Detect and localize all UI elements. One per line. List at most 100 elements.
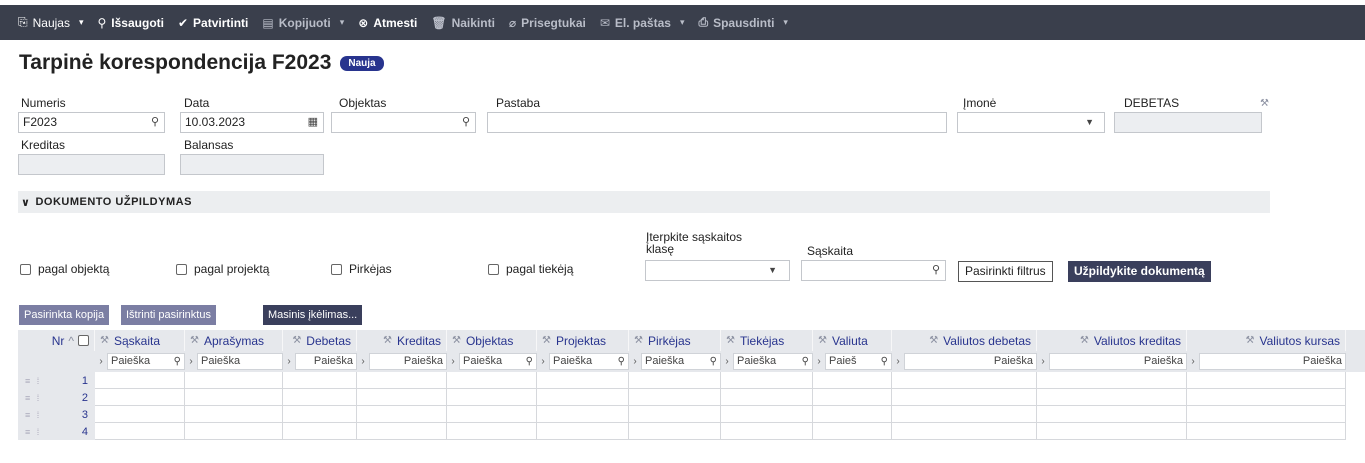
wrench-icon[interactable]: ⚒ bbox=[634, 335, 643, 346]
table-cell[interactable] bbox=[1187, 423, 1346, 440]
table-cell[interactable] bbox=[1037, 406, 1187, 423]
table-cell[interactable] bbox=[537, 423, 629, 440]
table-cell[interactable] bbox=[95, 423, 185, 440]
calendar-icon[interactable]: ▦ bbox=[308, 113, 318, 132]
search-icon[interactable]: ⚲ bbox=[618, 354, 625, 369]
table-cell[interactable] bbox=[813, 423, 892, 440]
column-filter-input[interactable]: Paieška bbox=[1199, 353, 1346, 370]
search-icon[interactable]: ⚲ bbox=[462, 113, 470, 132]
table-cell[interactable] bbox=[1037, 389, 1187, 406]
toolbar-item-0[interactable]: ⎘ Naujas ▾ bbox=[18, 15, 84, 30]
table-cell[interactable] bbox=[629, 423, 721, 440]
toolbar-item-2[interactable]: ✔ Patvirtinti bbox=[178, 16, 248, 30]
chevron-right-icon[interactable]: › bbox=[721, 356, 733, 367]
chevron-down-icon[interactable]: ▾ bbox=[783, 17, 788, 28]
saskaita-field[interactable]: ⚲ bbox=[801, 260, 946, 281]
search-icon[interactable]: ⚲ bbox=[881, 354, 888, 369]
wrench-icon[interactable]: ⚒ bbox=[726, 335, 735, 346]
table-cell[interactable] bbox=[357, 389, 447, 406]
drag-handle-icon[interactable]: ≡ ⁞ bbox=[25, 376, 55, 386]
checkbox-box[interactable] bbox=[20, 263, 31, 275]
column-filter-input[interactable]: Paieška ⚲ bbox=[549, 353, 629, 370]
search-icon[interactable]: ⚲ bbox=[932, 261, 940, 280]
column-filter[interactable]: › Paieška bbox=[1037, 351, 1187, 372]
table-cell[interactable] bbox=[1187, 372, 1346, 389]
column-filter-input[interactable]: Paieš ⚲ bbox=[825, 353, 892, 370]
checkbox-pirkejas[interactable]: Pirkėjas bbox=[331, 262, 392, 276]
row-number-cell[interactable]: ≡ ⁞ 3 bbox=[18, 406, 95, 423]
date-field[interactable]: 10.03.2023 ▦ bbox=[180, 112, 324, 133]
column-filter[interactable]: › Paieška ⚲ bbox=[721, 351, 813, 372]
wrench-icon[interactable]: ⚒ bbox=[452, 335, 461, 346]
chevron-right-icon[interactable]: › bbox=[185, 356, 197, 367]
imone-select[interactable]: ▼ bbox=[957, 112, 1105, 133]
drag-handle-icon[interactable]: ≡ ⁞ bbox=[25, 410, 55, 420]
table-cell[interactable] bbox=[185, 372, 283, 389]
chevron-right-icon[interactable]: › bbox=[1037, 356, 1049, 367]
toolbar-item-4[interactable]: ⊗ Atmesti bbox=[358, 16, 417, 30]
wrench-icon[interactable]: ⚒ bbox=[1260, 98, 1269, 109]
wrench-icon[interactable]: ⚒ bbox=[1246, 335, 1255, 346]
chevron-right-icon[interactable]: › bbox=[629, 356, 641, 367]
table-cell[interactable] bbox=[95, 406, 185, 423]
table-cell[interactable] bbox=[185, 389, 283, 406]
table-cell[interactable] bbox=[629, 389, 721, 406]
table-cell[interactable] bbox=[813, 372, 892, 389]
chevron-down-icon[interactable]: ▼ bbox=[768, 261, 777, 280]
chevron-right-icon[interactable]: › bbox=[892, 356, 904, 367]
column-filter-input[interactable]: Paieška bbox=[197, 353, 283, 370]
column-header[interactable]: ⚒ Valiutos debetas bbox=[892, 330, 1037, 351]
checkbox-box[interactable] bbox=[176, 263, 187, 275]
toolbar-item-5[interactable]: 🗑 Naikinti bbox=[431, 16, 495, 30]
column-filter-input[interactable]: Paieška ⚲ bbox=[733, 353, 813, 370]
drag-handle-icon[interactable]: ≡ ⁞ bbox=[25, 427, 55, 437]
table-cell[interactable] bbox=[537, 372, 629, 389]
table-cell[interactable] bbox=[357, 423, 447, 440]
table-cell[interactable] bbox=[813, 406, 892, 423]
row-number-cell[interactable]: ≡ ⁞ 4 bbox=[18, 423, 95, 440]
toolbar-item-7[interactable]: ✉ El. paštas ▾ bbox=[600, 16, 685, 30]
chevron-down-icon[interactable]: ▾ bbox=[340, 17, 345, 28]
table-cell[interactable] bbox=[892, 389, 1037, 406]
section-header-dokumento-uzpildymas[interactable]: ∨ DOKUMENTO UŽPILDYMAS bbox=[18, 191, 1270, 213]
table-cell[interactable] bbox=[447, 389, 537, 406]
column-filter-input[interactable]: Paieška ⚲ bbox=[641, 353, 721, 370]
checkbox-box[interactable] bbox=[488, 263, 499, 275]
wrench-icon[interactable]: ⚒ bbox=[100, 335, 109, 346]
column-filter[interactable]: › Paieška bbox=[357, 351, 447, 372]
column-header[interactable]: ⚒ Objektas bbox=[447, 330, 537, 351]
wrench-icon[interactable]: ⚒ bbox=[1080, 335, 1089, 346]
table-cell[interactable] bbox=[721, 372, 813, 389]
column-header[interactable]: ⚒ Debetas bbox=[283, 330, 357, 351]
column-filter-input[interactable]: Paieška bbox=[369, 353, 447, 370]
column-filter-input[interactable]: Paieška bbox=[904, 353, 1037, 370]
table-cell[interactable] bbox=[357, 372, 447, 389]
table-cell[interactable] bbox=[892, 423, 1037, 440]
checkbox-pagal-projekta[interactable]: pagal projektą bbox=[176, 262, 269, 276]
column-filter[interactable]: › Paieška bbox=[283, 351, 357, 372]
table-cell[interactable] bbox=[283, 389, 357, 406]
chevron-right-icon[interactable]: › bbox=[283, 356, 295, 367]
table-cell[interactable] bbox=[447, 406, 537, 423]
copy-selected-button[interactable]: Pasirinkta kopija bbox=[19, 305, 110, 325]
search-icon[interactable]: ⚲ bbox=[710, 354, 717, 369]
column-filter-input[interactable]: Paieška ⚲ bbox=[107, 353, 185, 370]
table-cell[interactable] bbox=[892, 406, 1037, 423]
wrench-icon[interactable]: ⚒ bbox=[383, 335, 392, 346]
column-header[interactable]: ⚒ Projektas bbox=[537, 330, 629, 351]
column-header[interactable]: ⚒ Pirkėjas bbox=[629, 330, 721, 351]
column-header-nr[interactable]: Nr ^ bbox=[18, 330, 95, 351]
table-cell[interactable] bbox=[357, 406, 447, 423]
select-all-checkbox[interactable] bbox=[78, 335, 89, 346]
chevron-down-icon[interactable]: ▾ bbox=[79, 17, 84, 28]
chevron-down-icon[interactable]: ▼ bbox=[1085, 113, 1094, 132]
column-header[interactable]: ⚒ Aprašymas bbox=[185, 330, 283, 351]
chevron-right-icon[interactable]: › bbox=[357, 356, 369, 367]
table-cell[interactable] bbox=[95, 372, 185, 389]
column-header[interactable]: ⚒ Valiutos kursas bbox=[1187, 330, 1346, 351]
column-filter-input[interactable]: Paieška ⚲ bbox=[459, 353, 537, 370]
table-cell[interactable] bbox=[283, 372, 357, 389]
wrench-icon[interactable]: ⚒ bbox=[818, 335, 827, 346]
table-cell[interactable] bbox=[1187, 406, 1346, 423]
chevron-down-icon[interactable]: ▾ bbox=[680, 17, 685, 28]
